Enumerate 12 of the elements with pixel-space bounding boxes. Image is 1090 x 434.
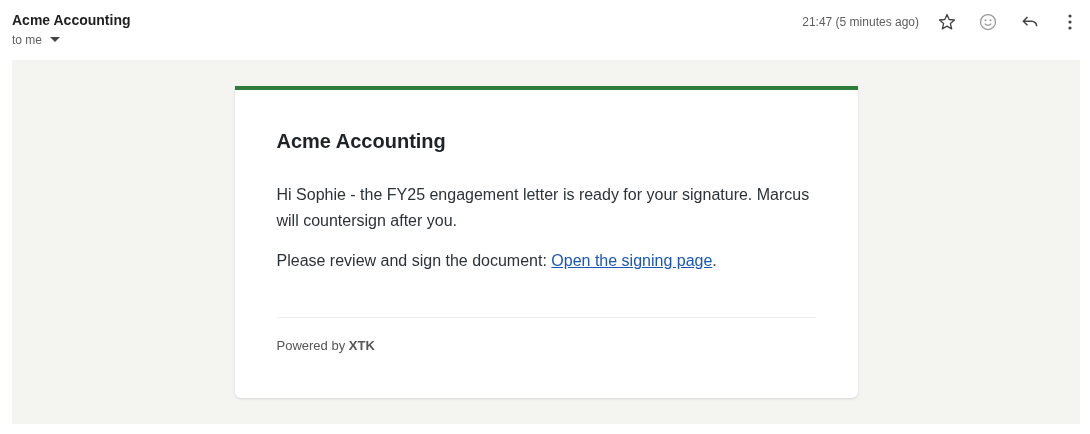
timestamp: 21:47 (5 minutes ago): [802, 14, 919, 31]
body-paragraph: Hi Sophie - the FY25 engagement letter is ready for your signature. Marcus will countersign after you.: [276, 185, 811, 231]
recipient-dropdown[interactable]: to me: [12, 32, 131, 48]
more-icon[interactable]: [1068, 14, 1072, 30]
emoji-icon[interactable]: [978, 12, 998, 32]
signing-link[interactable]: Open the signing page: [551, 252, 713, 269]
body-paragraph: Please review and sign the document: Open the signing page.: [276, 251, 718, 271]
email-heading: Acme Accounting: [276, 129, 447, 154]
caret-icon: [50, 37, 60, 43]
star-button[interactable]: [937, 12, 957, 32]
sender-name: Acme Accounting: [12, 11, 131, 29]
footer-text: Powered by XTK: [276, 337, 376, 355]
